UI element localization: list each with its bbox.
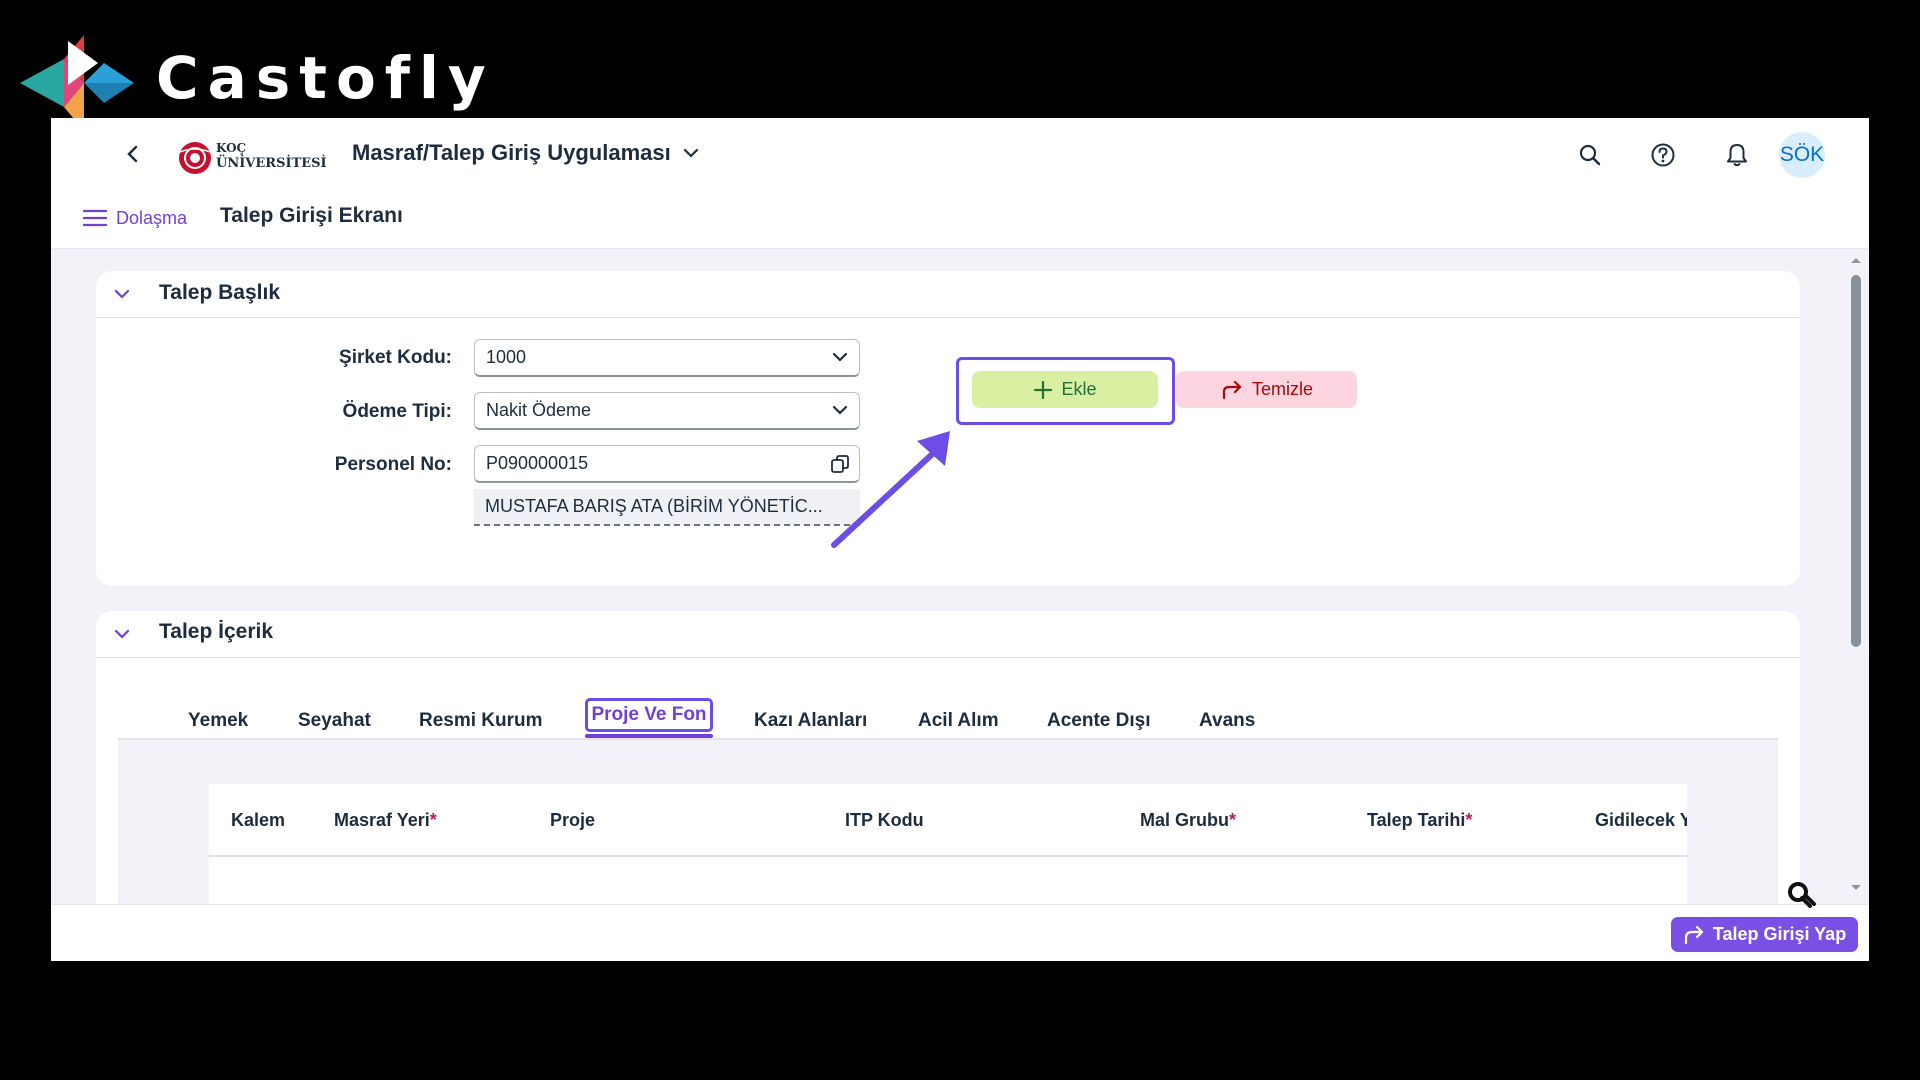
share-arrow-icon — [1683, 925, 1705, 945]
back-chevron-icon[interactable] — [115, 136, 151, 172]
talep-girisi-yap-label: Talep Girişi Yap — [1712, 924, 1847, 944]
table-header-row: Kalem Masraf Yeri* Proje ITP Kodu Mal Gr… — [209, 784, 1687, 857]
header-section-card: Talep Başlık Şirket Kodu: 1000 Ödeme Tip… — [96, 271, 1800, 586]
menu-icon — [83, 209, 107, 227]
column-header-talep-tarihi-label: Talep Tarihi — [1367, 810, 1466, 830]
required-marker: * — [429, 810, 437, 830]
scrollbar-thumb[interactable] — [1851, 275, 1861, 647]
odeme-tipi-value: Nakit Ödeme — [486, 400, 592, 420]
odeme-tipi-label: Ödeme Tipi: — [342, 401, 452, 422]
avatar[interactable]: SÖK — [1779, 132, 1825, 178]
content-section-title: Talep İçerik — [159, 620, 274, 643]
scroll-down-arrow-icon[interactable] — [1849, 883, 1863, 893]
personel-no-label: Personel No: — [334, 454, 452, 475]
redo-arrow-icon — [1220, 380, 1244, 400]
personel-name-display: MUSTAFA BARIŞ ATA (BİRİM YÖNETİC... — [474, 489, 860, 526]
ekle-button[interactable]: Ekle — [972, 371, 1158, 408]
talep-girisi-yap-button[interactable]: Talep Girişi Yap — [1671, 917, 1858, 952]
column-header-kalem[interactable]: Kalem — [231, 810, 285, 831]
subheader: Dolaşma Talep Girişi Ekranı — [51, 188, 1869, 249]
value-help-icon[interactable] — [829, 453, 851, 475]
temizle-button[interactable]: Temizle — [1176, 371, 1357, 408]
collapse-chevron-icon — [112, 625, 132, 643]
header-section-toggle[interactable]: Talep Başlık — [96, 271, 1800, 318]
required-marker: * — [1465, 810, 1473, 830]
required-marker: * — [1229, 810, 1237, 830]
sirket-kodu-value: 1000 — [486, 347, 527, 367]
tab-proje-ve-fon-label: Proje Ve Fon — [591, 704, 707, 725]
odeme-chevron-down-icon — [831, 403, 849, 417]
search-icon[interactable] — [1572, 137, 1608, 173]
nav-menu-label: Dolaşma — [116, 207, 188, 228]
personel-no-input[interactable]: P090000015 — [474, 445, 860, 483]
help-icon[interactable] — [1645, 137, 1681, 173]
tab-bar: Yemek Seyahat Resmi Kurum Proje Ve Fon K… — [118, 675, 1778, 740]
content-section-toggle[interactable]: Talep İçerik — [96, 611, 1800, 658]
page-content: Talep Başlık Şirket Kodu: 1000 Ödeme Tip… — [51, 249, 1869, 941]
personel-name-text: MUSTAFA BARIŞ ATA (BİRİM YÖNETİC... — [485, 496, 823, 516]
mouse-cursor-icon — [1788, 882, 1816, 908]
column-header-masraf-yeri[interactable]: Masraf Yeri* — [334, 810, 437, 831]
tab-resmi-kurum[interactable]: Resmi Kurum — [419, 710, 543, 732]
scroll-up-arrow-icon[interactable] — [1849, 255, 1863, 265]
app-title[interactable]: Masraf/Talep Giriş Uygulaması — [352, 138, 699, 168]
tab-kazi-alanlari[interactable]: Kazı Alanları — [754, 710, 867, 732]
sirket-kodu-select[interactable]: 1000 — [474, 339, 860, 377]
avatar-initials: SÖK — [1779, 143, 1825, 166]
app-title-chevron-down-icon — [683, 148, 699, 158]
castofly-logo-icon — [20, 35, 134, 129]
column-header-masraf-yeri-label: Masraf Yeri — [334, 810, 430, 830]
castofly-wordmark: Castofly — [156, 44, 495, 112]
koc-logo-mark-icon — [179, 142, 211, 174]
shellbar: KOÇ ÜNİVERSİTESİ Masraf/Talep Giriş Uygu… — [51, 118, 1869, 188]
koc-logo-line1: KOÇ — [216, 141, 247, 155]
column-header-itp-kodu[interactable]: ITP Kodu — [845, 810, 924, 831]
odeme-tipi-select[interactable]: Nakit Ödeme — [474, 392, 860, 430]
koc-logo-line2: ÜNİVERSİTESİ — [216, 156, 327, 171]
footer-toolbar: Talep Girişi Yap — [51, 904, 1869, 961]
tab-avans[interactable]: Avans — [1199, 710, 1255, 732]
tab-seyahat[interactable]: Seyahat — [298, 710, 371, 732]
temizle-button-label: Temizle — [1251, 379, 1313, 399]
tab-yemek[interactable]: Yemek — [188, 710, 248, 732]
sirket-chevron-down-icon — [831, 350, 849, 364]
tab-acente-disi[interactable]: Acente Dışı — [1047, 710, 1150, 732]
column-header-gidilecek[interactable]: Gidilecek Y — [1595, 810, 1687, 831]
bell-icon[interactable] — [1719, 137, 1755, 173]
sirket-kodu-label: Şirket Kodu: — [339, 347, 452, 368]
ekle-button-label: Ekle — [1061, 379, 1097, 399]
nav-menu-button[interactable]: Dolaşma — [83, 203, 187, 233]
personel-no-value: P090000015 — [486, 453, 589, 473]
column-header-mal-grubu-label: Mal Grubu — [1140, 810, 1229, 830]
collapse-chevron-icon — [112, 285, 132, 303]
koc-university-logo: KOÇ ÜNİVERSİTESİ — [176, 140, 327, 176]
column-header-proje[interactable]: Proje — [550, 810, 595, 831]
page-title: Talep Girişi Ekranı — [220, 204, 403, 227]
app-window: KOÇ ÜNİVERSİTESİ Masraf/Talep Giriş Uygu… — [51, 118, 1869, 961]
tab-acil-alim[interactable]: Acil Alım — [918, 710, 999, 732]
castofly-logo — [18, 18, 138, 130]
column-header-talep-tarihi[interactable]: Talep Tarihi* — [1367, 810, 1472, 831]
tab-proje-ve-fon[interactable]: Proje Ve Fon — [585, 698, 713, 732]
app-title-text: Masraf/Talep Giriş Uygulaması — [352, 140, 671, 165]
active-tab-indicator — [585, 734, 713, 738]
vertical-scrollbar[interactable] — [1848, 253, 1864, 899]
column-header-mal-grubu[interactable]: Mal Grubu* — [1140, 810, 1236, 831]
content-section-card: Talep İçerik Yemek Seyahat Resmi Kurum P… — [96, 611, 1800, 941]
plus-icon — [1033, 380, 1053, 400]
header-section-title: Talep Başlık — [159, 281, 280, 304]
